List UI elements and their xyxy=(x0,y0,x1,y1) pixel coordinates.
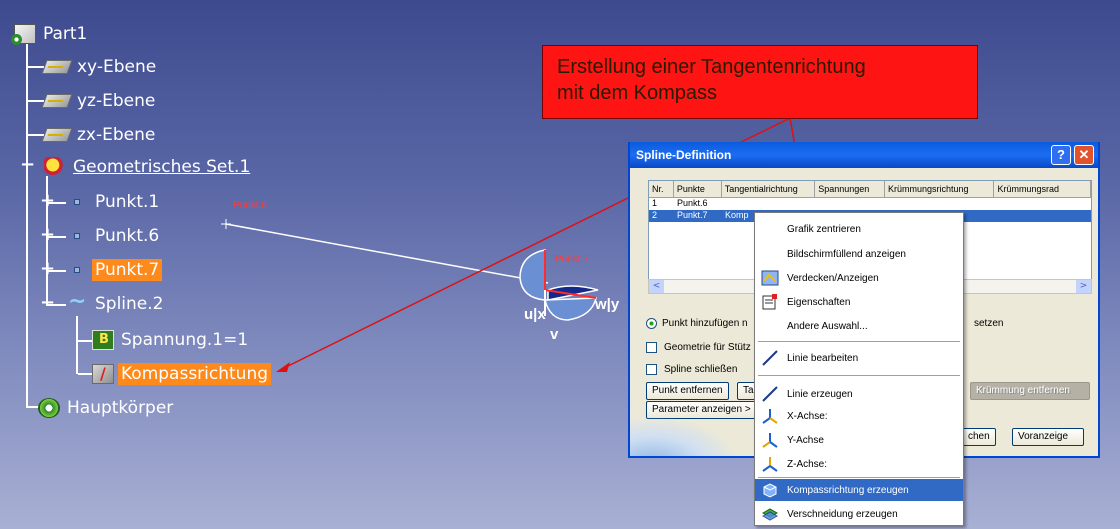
column-header[interactable]: Punkte xyxy=(674,181,722,197)
preview-button[interactable]: Voranzeige xyxy=(1012,428,1084,446)
cancel-button[interactable]: chen xyxy=(962,428,996,446)
callout-line1: Erstellung einer Tangentenrichtung xyxy=(557,56,866,78)
axis-icon xyxy=(762,457,778,472)
hide-show-icon xyxy=(761,270,779,286)
close-spline-checkbox[interactable] xyxy=(646,364,657,375)
viewport-label-point6: Punkt.6 xyxy=(233,200,267,211)
line-icon xyxy=(762,386,778,402)
table-header: Nr. Punkte Tangentialrichtung Spannungen… xyxy=(649,181,1091,198)
menu-item-create-line[interactable]: Linie erzeugen xyxy=(755,383,963,405)
menu-item-label: Linie erzeugen xyxy=(787,388,853,400)
intersection-icon xyxy=(761,508,779,521)
annotation-callout: Erstellung einer Tangentenrichtung mit d… xyxy=(542,45,978,119)
cell-point: Punkt.6 xyxy=(677,198,708,208)
cell-nr: 1 xyxy=(652,198,658,208)
menu-item-label: Y-Achse xyxy=(787,434,824,446)
menu-item-label: X-Achse: xyxy=(787,410,828,422)
compass-uv-plane xyxy=(519,249,546,301)
menu-item-x-axis[interactable]: X-Achse: xyxy=(755,405,963,427)
callout-arrowhead xyxy=(276,362,290,372)
menu-item-label: Bildschirmfüllend anzeigen xyxy=(787,248,906,260)
compass-axis-u-label: u|x xyxy=(524,306,546,323)
properties-icon xyxy=(762,294,777,310)
compass-vw-plane xyxy=(544,297,597,321)
menu-item-z-axis[interactable]: Z-Achse: xyxy=(755,453,963,475)
menu-item-label: Andere Auswahl... xyxy=(787,320,868,332)
axis-icon xyxy=(762,433,778,448)
menu-item-fit-all[interactable]: Bildschirmfüllend anzeigen xyxy=(755,243,963,265)
menu-item-edit-line[interactable]: Linie bearbeiten xyxy=(755,347,963,369)
scroll-right-icon[interactable]: > xyxy=(1076,280,1091,293)
compass-icon xyxy=(763,483,777,498)
column-header[interactable]: Nr. xyxy=(649,181,674,197)
menu-item-center-graphic[interactable]: Grafik zentrieren xyxy=(755,218,963,240)
cell-tangent xyxy=(722,198,816,210)
column-header[interactable]: Krümmungsrichtung xyxy=(885,181,995,197)
menu-item-label: Kompassrichtung erzeugen xyxy=(787,484,909,496)
spline-curve xyxy=(225,223,549,284)
column-header[interactable]: Tangentialrichtung xyxy=(722,181,816,197)
support-geometry-label: Geometrie für Stütz xyxy=(664,342,751,353)
menu-item-properties[interactable]: Eigenschaften xyxy=(755,291,963,313)
context-menu: Grafik zentrieren Bildschirmfüllend anze… xyxy=(754,212,964,526)
add-point-radio[interactable] xyxy=(646,318,657,329)
menu-separator xyxy=(758,375,960,376)
remove-point-button[interactable]: Punkt entfernen xyxy=(646,382,729,400)
table-row[interactable]: 1 Punkt.6 xyxy=(649,198,1091,210)
menu-item-other-selection[interactable]: Andere Auswahl... xyxy=(755,315,963,337)
menu-item-label: Z-Achse: xyxy=(787,458,828,470)
add-point-label: Punkt hinzufügen n xyxy=(662,318,748,329)
menu-item-label: Verdecken/Anzeigen xyxy=(787,272,879,284)
scroll-left-icon[interactable]: < xyxy=(649,280,664,293)
dialog-decoration xyxy=(630,416,740,456)
menu-item-label: Verschneidung erzeugen xyxy=(787,508,898,520)
menu-item-create-compass-direction[interactable]: Kompassrichtung erzeugen xyxy=(755,479,963,501)
callout-line2: mit dem Kompass xyxy=(557,82,718,104)
menu-item-label: Linie bearbeiten xyxy=(787,352,859,364)
dialog-title: Spline-Definition xyxy=(636,148,732,162)
menu-item-label: Grafik zentrieren xyxy=(787,223,861,235)
set-label: setzen xyxy=(974,318,1004,329)
support-geometry-checkbox[interactable] xyxy=(646,342,657,353)
column-header[interactable]: Krümmungsrad xyxy=(994,181,1091,197)
cell-nr: 2 xyxy=(652,210,658,220)
axis-icon xyxy=(762,409,778,424)
menu-separator xyxy=(758,341,960,342)
menu-item-y-axis[interactable]: Y-Achse xyxy=(755,429,963,451)
dialog-titlebar[interactable]: Spline-Definition ? ✕ xyxy=(630,142,1098,168)
viewport-label-point7: Punkt.7 xyxy=(555,254,589,265)
column-header[interactable]: Spannungen xyxy=(815,181,885,197)
cell-point: Punkt.7 xyxy=(677,210,708,220)
compass-axis-v-label: v xyxy=(550,326,559,343)
menu-item-label: Eigenschaften xyxy=(787,296,851,308)
menu-item-create-intersection[interactable]: Verschneidung erzeugen xyxy=(755,503,963,525)
remove-curvature-button: Krümmung entfernen xyxy=(970,382,1090,400)
line-icon xyxy=(762,350,778,366)
help-button[interactable]: ? xyxy=(1051,145,1071,165)
close-spline-label: Spline schließen xyxy=(664,364,738,375)
menu-separator xyxy=(758,477,960,478)
menu-item-hide-show[interactable]: Verdecken/Anzeigen xyxy=(755,267,963,289)
close-button[interactable]: ✕ xyxy=(1074,145,1094,165)
compass-axis-w-label: w|y xyxy=(595,296,620,313)
